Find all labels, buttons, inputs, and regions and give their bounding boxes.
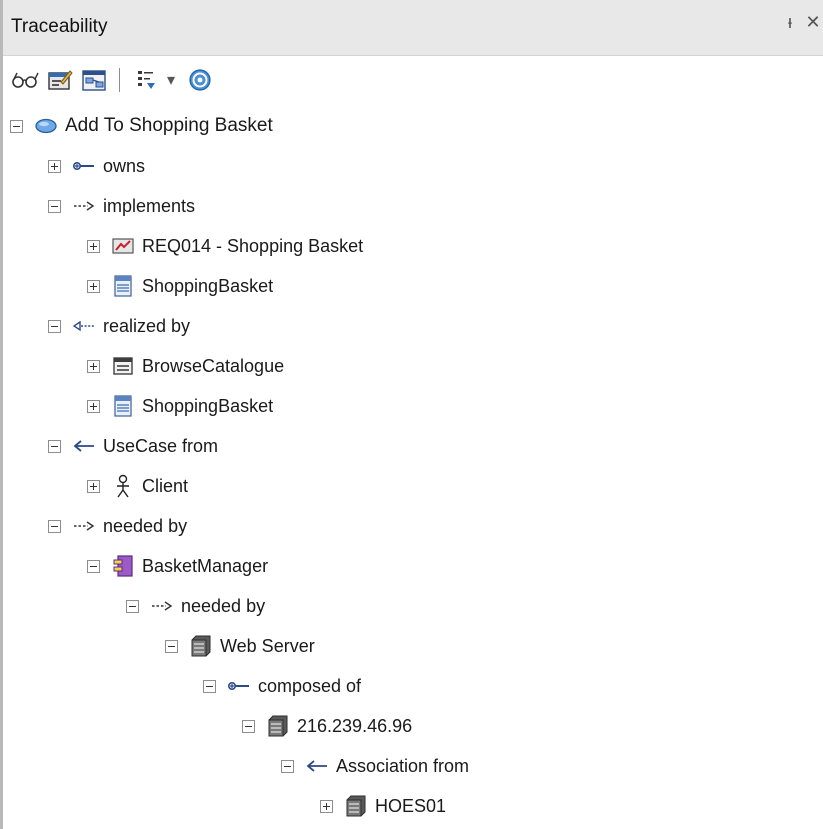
class-icon: [112, 275, 134, 297]
tree-node[interactable]: ShoppingBasket: [87, 386, 273, 426]
collapse-icon[interactable]: [281, 759, 294, 773]
node-icon: [345, 795, 367, 817]
collapse-icon[interactable]: [203, 679, 216, 693]
tree-node-label: Add To Shopping Basket: [65, 115, 273, 136]
component-icon: [112, 555, 134, 577]
tree-node-label: implements: [103, 195, 196, 216]
expand-icon[interactable]: [87, 239, 100, 253]
tree-node-label: ShoppingBasket: [142, 395, 274, 416]
close-icon[interactable]: ✕: [803, 12, 823, 33]
dependency-arrow-icon: [73, 515, 95, 537]
collapse-icon[interactable]: [165, 639, 178, 653]
tree-node[interactable]: UseCase from: [48, 426, 218, 466]
tree-node[interactable]: implements: [48, 186, 195, 226]
actor-icon: [112, 474, 134, 498]
requirement-icon: [112, 235, 134, 257]
collapse-icon[interactable]: [10, 119, 23, 133]
tree-node-label: owns: [103, 155, 146, 176]
tree-node-label: needed by: [103, 515, 188, 536]
tree-node[interactable]: needed by: [48, 506, 187, 546]
dependency-arrow-icon: [151, 595, 173, 617]
tree-node[interactable]: Web Server: [165, 626, 315, 666]
tree-node[interactable]: composed of: [203, 666, 361, 706]
tree-node[interactable]: needed by: [126, 586, 265, 626]
class-icon: [112, 395, 134, 417]
toolbar: ▾: [3, 56, 823, 104]
tree-node[interactable]: Association from: [281, 746, 469, 786]
filter-icon[interactable]: [133, 66, 161, 94]
tree-node-label: 216.239.46.96: [297, 715, 413, 736]
expand-icon[interactable]: [320, 799, 333, 813]
collapse-icon[interactable]: [48, 199, 61, 213]
node-icon: [267, 715, 289, 737]
tree-node[interactable]: realized by: [48, 306, 190, 346]
properties-icon[interactable]: [45, 66, 75, 94]
tree-node[interactable]: Client: [87, 466, 188, 506]
association-arrow-icon: [306, 755, 328, 777]
diagram-icon[interactable]: [79, 66, 109, 94]
owns-connector-icon: [228, 675, 250, 697]
tree-node-label: Client: [142, 475, 189, 496]
expand-icon[interactable]: [87, 359, 100, 373]
tree-node-label: needed by: [181, 595, 266, 616]
tree-node-root[interactable]: Add To Shopping Basket: [10, 106, 273, 146]
help-icon[interactable]: [186, 66, 214, 94]
usecase-icon: [35, 115, 57, 137]
collapse-icon[interactable]: [48, 319, 61, 333]
tree-node-label: BrowseCatalogue: [142, 355, 285, 376]
owns-connector-icon: [73, 155, 95, 177]
tree-node-label: Association from: [336, 755, 470, 776]
dependency-arrow-icon: [73, 195, 95, 217]
collapse-icon[interactable]: [126, 599, 139, 613]
expand-icon[interactable]: [87, 479, 100, 493]
expand-icon[interactable]: [48, 159, 61, 173]
collapse-icon[interactable]: [48, 439, 61, 453]
screen-icon: [112, 355, 134, 377]
tree-node[interactable]: ShoppingBasket: [87, 266, 273, 306]
realization-arrow-icon: [73, 315, 95, 337]
tree-node-label: BasketManager: [142, 555, 269, 576]
glasses-icon[interactable]: [9, 66, 41, 94]
tree-node[interactable]: BasketManager: [87, 546, 268, 586]
expand-icon[interactable]: [87, 399, 100, 413]
panel-title: Traceability: [11, 16, 108, 37]
pin-icon[interactable]: ᵼ: [780, 12, 800, 33]
collapse-icon[interactable]: [87, 559, 100, 573]
tree-node-label: UseCase from: [103, 435, 219, 456]
toolbar-separator: [119, 68, 120, 92]
association-arrow-icon: [73, 435, 95, 457]
node-icon: [190, 635, 212, 657]
tree-node[interactable]: owns: [48, 146, 145, 186]
tree-node-label: ShoppingBasket: [142, 275, 274, 296]
tree-node[interactable]: BrowseCatalogue: [87, 346, 284, 386]
tree-node-label: realized by: [103, 315, 191, 336]
tree-node-label: Web Server: [220, 635, 315, 656]
collapse-icon[interactable]: [242, 719, 255, 733]
title-bar: Traceability ᵼ ✕: [3, 0, 823, 56]
traceability-panel: Traceability ᵼ ✕ ▾ Add To Shopping Baske…: [0, 0, 823, 829]
tree-node[interactable]: REQ014 - Shopping Basket: [87, 226, 363, 266]
tree-node-label: composed of: [258, 675, 362, 696]
tree-node-label: REQ014 - Shopping Basket: [142, 235, 364, 256]
tree-node[interactable]: 216.239.46.96: [242, 706, 412, 746]
expand-icon[interactable]: [87, 279, 100, 293]
tree-node-label: HOES01: [375, 795, 447, 816]
dropdown-arrow-icon[interactable]: ▾: [163, 66, 179, 94]
tree-node[interactable]: HOES01: [320, 786, 446, 826]
collapse-icon[interactable]: [48, 519, 61, 533]
